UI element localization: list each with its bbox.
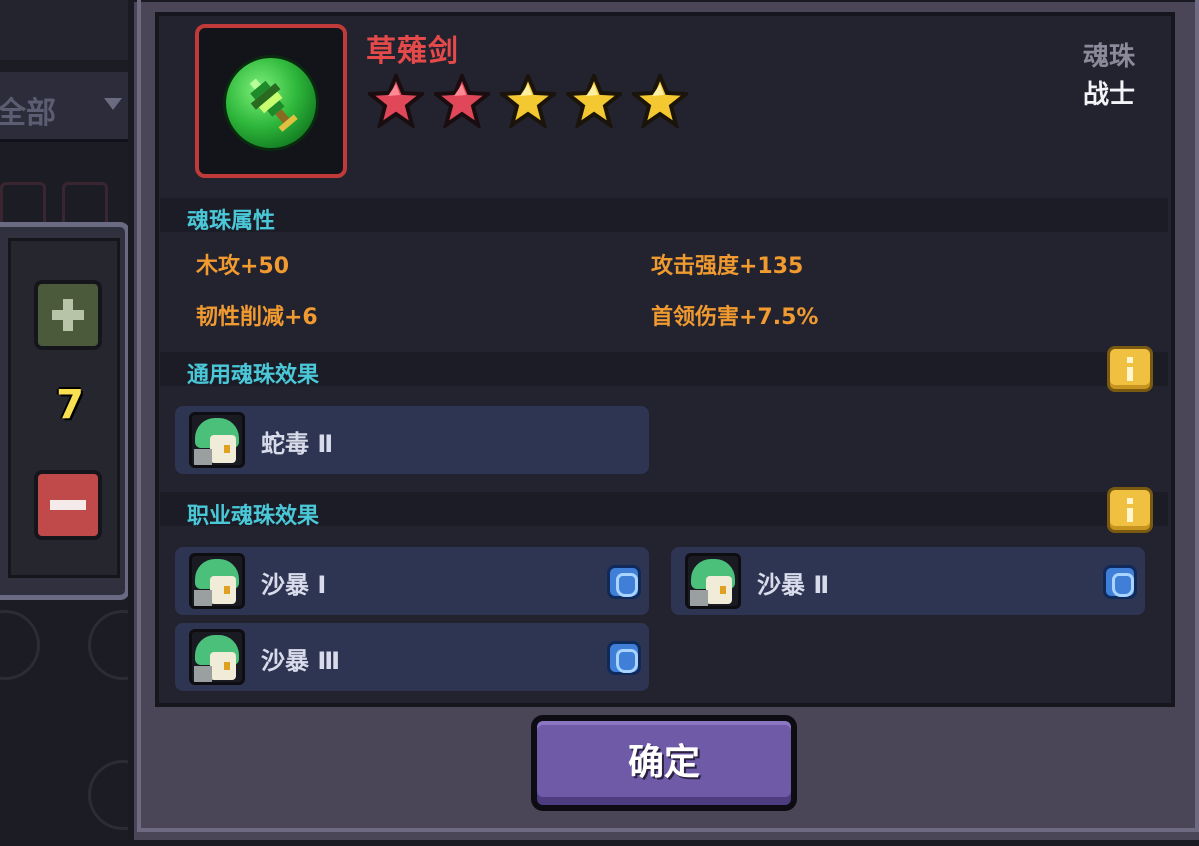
attributes-header bbox=[160, 198, 1168, 232]
item-category: 魂珠 bbox=[1082, 42, 1135, 72]
effect-card[interactable]: 沙暴 Ⅰ bbox=[175, 547, 649, 615]
item-name: 草薙剑 bbox=[366, 34, 459, 69]
effect-avatar-icon bbox=[189, 553, 245, 609]
effect-card[interactable]: 沙暴 Ⅱ bbox=[671, 547, 1145, 615]
effect-label: 蛇毒 Ⅱ bbox=[261, 430, 334, 458]
attribute-toughness-reduction: 韧性削减+6 bbox=[196, 305, 318, 330]
effect-avatar-icon bbox=[685, 553, 741, 609]
effect-label: 沙暴 Ⅰ bbox=[261, 571, 327, 599]
effect-label: 沙暴 Ⅱ bbox=[757, 571, 830, 599]
increase-button[interactable] bbox=[34, 280, 102, 350]
general-effects-title: 通用魂珠效果 bbox=[187, 363, 320, 388]
attribute-wood-attack: 木攻+50 bbox=[196, 254, 290, 279]
info-button[interactable] bbox=[1107, 487, 1153, 533]
star-icon bbox=[632, 74, 688, 128]
attributes-title: 魂珠属性 bbox=[187, 209, 276, 234]
tab-stub bbox=[62, 182, 108, 222]
star-rating bbox=[368, 74, 688, 128]
background-top-strip bbox=[0, 0, 128, 60]
decrease-button[interactable] bbox=[34, 470, 102, 540]
class-badge-icon bbox=[607, 565, 641, 599]
info-button[interactable] bbox=[1107, 346, 1153, 392]
class-badge-icon bbox=[607, 641, 641, 675]
filter-label: 全部 bbox=[0, 96, 56, 131]
effect-avatar-icon bbox=[189, 412, 245, 468]
attribute-boss-damage: 首领伤害+7.5% bbox=[651, 305, 819, 330]
chevron-down-icon bbox=[104, 98, 122, 110]
effect-avatar-icon bbox=[189, 629, 245, 685]
attribute-attack-power: 攻击强度+135 bbox=[651, 254, 804, 279]
tab-stub bbox=[0, 182, 46, 222]
star-icon bbox=[434, 74, 490, 128]
star-icon bbox=[368, 74, 424, 128]
star-icon bbox=[566, 74, 622, 128]
class-badge-icon bbox=[1103, 565, 1137, 599]
star-icon bbox=[500, 74, 556, 128]
class-effects-title: 职业魂珠效果 bbox=[187, 504, 320, 529]
effect-card[interactable]: 蛇毒 Ⅱ bbox=[175, 406, 649, 474]
effect-label: 沙暴 Ⅲ bbox=[261, 647, 341, 675]
item-class: 战士 bbox=[1082, 80, 1135, 110]
effect-card[interactable]: 沙暴 Ⅲ bbox=[175, 623, 649, 691]
quantity-value: 7 bbox=[56, 382, 84, 428]
confirm-button[interactable]: 确定 bbox=[531, 715, 797, 811]
